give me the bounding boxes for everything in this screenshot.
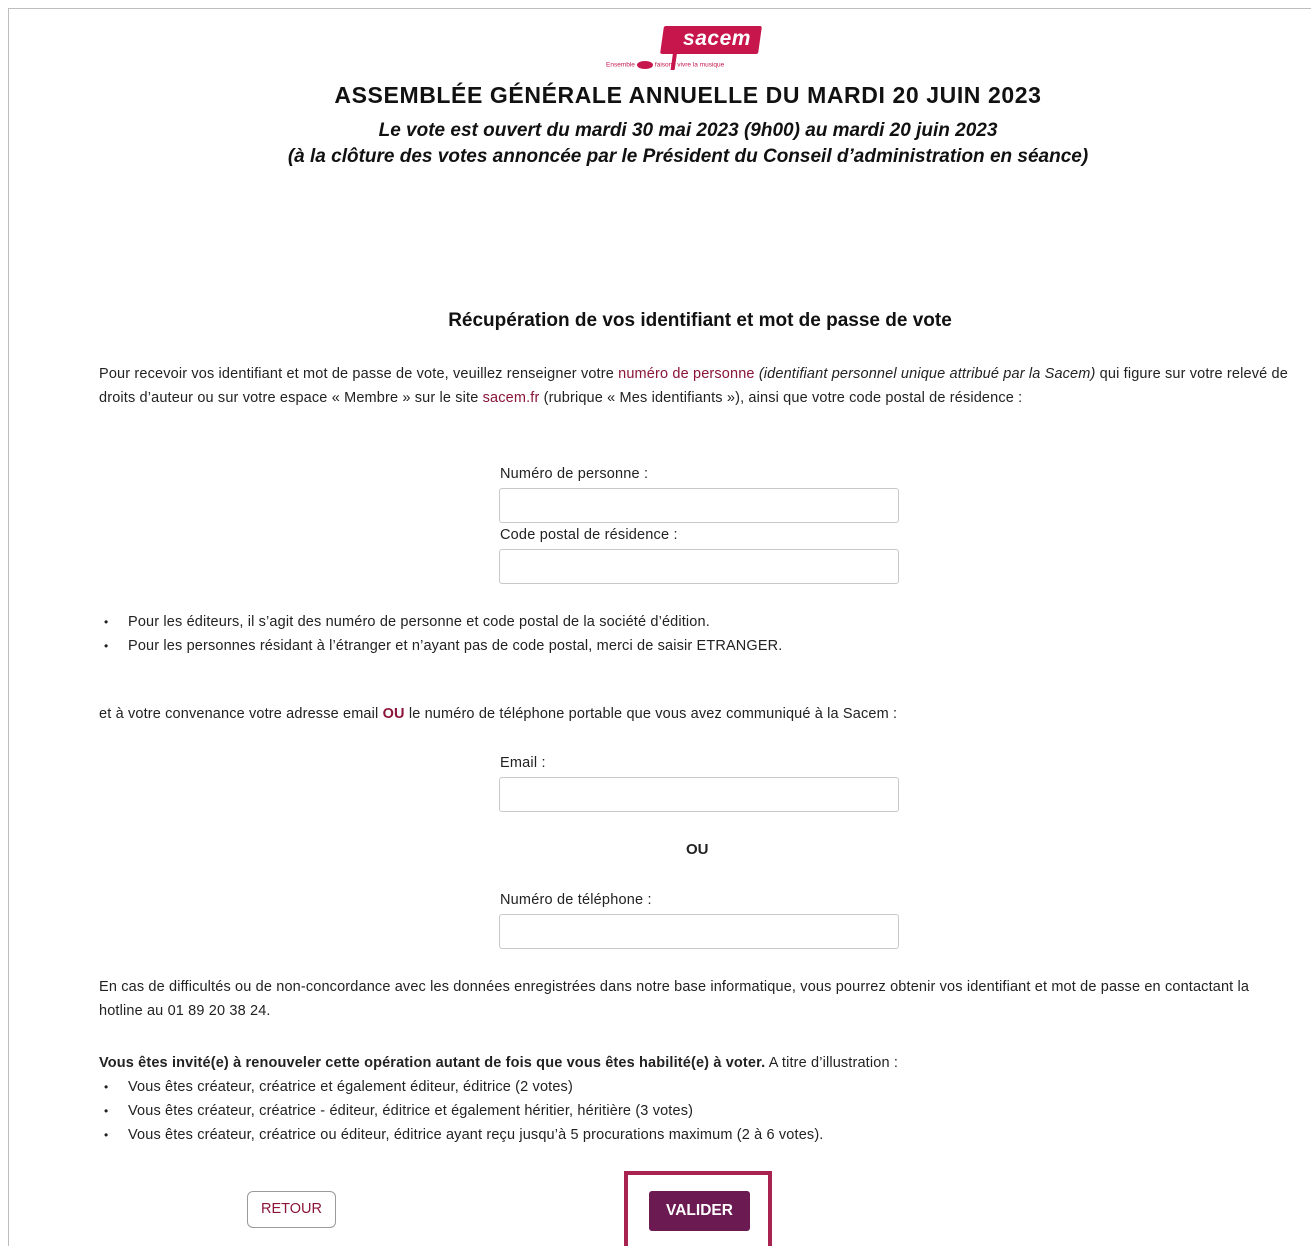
or-separator: OU	[686, 841, 709, 858]
contact-ou: OU	[382, 706, 405, 722]
intro-text-1: Pour recevoir vos identifiant et mot de …	[99, 366, 619, 382]
logo-wordmark: sacem	[683, 27, 751, 50]
person-number-input[interactable]	[499, 488, 899, 523]
intro-paragraph: Pour recevoir vos identifiant et mot de …	[99, 362, 1291, 410]
vote-closing-note: (à la clôture des votes annoncée par le …	[287, 146, 1089, 167]
phone-label: Numéro de téléphone :	[500, 892, 652, 908]
list-item: Vous êtes créateur, créatrice ou éditeur…	[99, 1123, 823, 1147]
phone-input[interactable]	[499, 914, 899, 949]
notes-list: Pour les éditeurs, il s’agit des numéro …	[99, 610, 782, 658]
postal-code-label: Code postal de résidence :	[500, 527, 678, 543]
person-number-label: Numéro de personne :	[500, 466, 649, 482]
vote-examples-list: Vous êtes créateur, créatrice et égaleme…	[99, 1075, 823, 1147]
list-item: Pour les personnes résidant à l’étranger…	[99, 634, 782, 658]
help-paragraph: En cas de difficultés ou de non-concorda…	[99, 979, 1250, 1019]
list-item: Vous êtes créateur, créatrice - éditeur,…	[99, 1099, 823, 1123]
repeat-paragraph: Vous êtes invité(e) à renouveler cette o…	[99, 1051, 1291, 1075]
vote-period: Le vote est ouvert du mardi 30 mai 2023 …	[378, 120, 998, 141]
sacem-link[interactable]: sacem.fr	[483, 390, 540, 406]
intro-italic: (identifiant personnel unique attribué p…	[754, 366, 1096, 382]
logo-tagline-left: Ensemble	[606, 61, 635, 69]
contact-paragraph: et à votre convenance votre adresse emai…	[99, 702, 1291, 726]
page-title: ASSEMBLÉE GÉNÉRALE ANNUELLE DU MARDI 20 …	[334, 82, 1042, 108]
list-item: Pour les éditeurs, il s’agit des numéro …	[99, 610, 782, 634]
note-head-icon	[636, 61, 653, 69]
contact-text-2: le numéro de téléphone portable que vous…	[404, 706, 898, 722]
section-title: Récupération de vos identifiant et mot d…	[448, 310, 952, 331]
intro-highlight: numéro de personne	[618, 366, 755, 382]
list-item: Vous êtes créateur, créatrice et égaleme…	[99, 1075, 823, 1099]
repeat-bold: Vous êtes invité(e) à renouveler cette o…	[99, 1055, 766, 1071]
submit-button[interactable]: VALIDER	[649, 1191, 750, 1231]
logo-tagline-right: faisons vivre la musique	[654, 61, 725, 69]
logo-tagline: Ensemble faisons vivre la musique	[606, 61, 760, 69]
back-button[interactable]: RETOUR	[247, 1191, 336, 1228]
email-input[interactable]	[499, 777, 899, 812]
sacem-logo: sacem Ensemble faisons vivre la musique	[606, 26, 762, 78]
postal-code-input[interactable]	[499, 549, 899, 584]
email-label: Email :	[500, 755, 546, 771]
contact-text-1: et à votre convenance votre adresse emai…	[99, 706, 383, 722]
intro-text-3: (rubrique « Mes identifiants »), ainsi q…	[539, 390, 1023, 406]
repeat-rest: A titre d’illustration :	[765, 1055, 899, 1071]
